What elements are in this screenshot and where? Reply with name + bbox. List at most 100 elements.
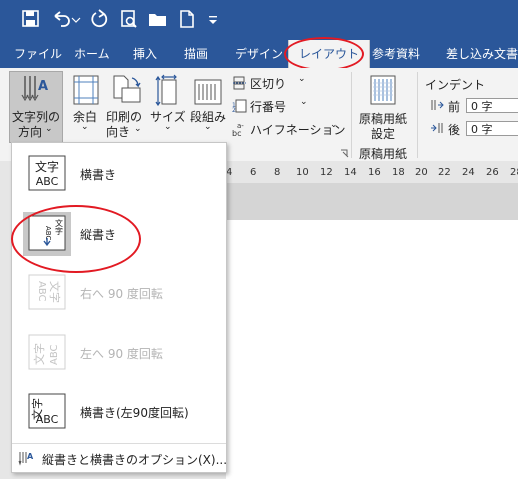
chevron-down-icon: ⌄	[164, 122, 172, 132]
columns-icon	[194, 79, 222, 105]
menu-item-label: 縦書き	[80, 228, 117, 242]
ruler-tick: 8	[274, 167, 281, 178]
chevron-down-icon: ⌄	[298, 74, 306, 84]
text-direction-options-item[interactable]: A 縦書きと横書きのオプション(X)...	[12, 447, 228, 469]
indent-before-label: 前	[448, 100, 461, 114]
size-button[interactable]: サイズ ⌄	[150, 72, 190, 142]
text-direction-button[interactable]: A 文字列の 方向 ⌄	[9, 71, 63, 143]
tab-home[interactable]: ホーム	[74, 40, 110, 68]
size-icon	[155, 74, 177, 106]
print-preview-icon[interactable]	[118, 8, 140, 30]
hyphenation-button[interactable]: a-bc ハイフネーション ⌄	[232, 120, 346, 138]
document-top-margin	[226, 183, 518, 220]
undo-icon[interactable]	[50, 8, 72, 30]
save-icon[interactable]	[20, 8, 42, 30]
open-folder-icon[interactable]	[147, 8, 169, 30]
svg-text:ABC: ABC	[36, 281, 47, 302]
page-setup-launcher-icon[interactable]	[340, 147, 349, 158]
undo-dropdown-icon[interactable]	[70, 8, 82, 30]
indent-after-icon	[431, 123, 443, 133]
chevron-down-icon: ⌄	[300, 97, 308, 107]
ribbon-separator	[417, 72, 418, 158]
ruler-tick: 18	[392, 167, 405, 178]
svg-text:ABC: ABC	[44, 226, 52, 240]
quick-access-toolbar	[0, 0, 518, 40]
horizontal-text-icon: 文字 ABC	[23, 152, 71, 196]
indent-before-input[interactable]: 0 字	[466, 98, 518, 113]
svg-text:bc: bc	[232, 129, 241, 137]
breaks-label: 区切り	[250, 77, 287, 91]
menu-item-horizontal[interactable]: 文字 ABC 横書き	[13, 146, 225, 202]
ruler-tick: 16	[368, 167, 381, 178]
hyphenation-icon: a-bc	[232, 122, 244, 137]
svg-text:文字: 文字	[35, 159, 59, 174]
text-direction-menu: 文字 ABC 横書き 文 字 ABC 縦書き 文字 ABC 右へ 90 度回転 …	[11, 142, 227, 473]
breaks-button[interactable]: 区切り ⌄	[232, 74, 322, 92]
margins-icon	[73, 75, 99, 105]
ruler-tick: 20	[415, 167, 428, 178]
tab-draw[interactable]: 描画	[184, 40, 208, 68]
tab-insert[interactable]: 挿入	[133, 40, 157, 68]
menu-item-label: 横書き(左90度回転)	[80, 406, 189, 420]
genko-settings-button[interactable]: 原稿用紙 設定	[355, 72, 411, 142]
ruler-tick: 22	[438, 167, 451, 178]
menu-item-rotate-right[interactable]: 文字 ABC 右へ 90 度回転	[13, 265, 225, 321]
menu-item-vertical[interactable]: 文 字 ABC 縦書き	[13, 206, 225, 262]
ruler-tick: 24	[462, 167, 475, 178]
text-direction-label-2: 方向	[18, 125, 43, 139]
left-gutter	[0, 161, 11, 479]
tab-file[interactable]: ファイル	[14, 40, 62, 68]
line-numbers-icon: 12	[232, 99, 247, 113]
tab-mailings[interactable]: 差し込み文書	[446, 40, 518, 68]
text-direction-icon: A	[21, 76, 48, 102]
tab-layout[interactable]: レイアウト	[288, 40, 371, 68]
text-direction-options-icon: A	[18, 452, 34, 466]
svg-text:文字: 文字	[48, 281, 62, 303]
rotate-right-90-icon: 文字 ABC	[23, 271, 71, 315]
margins-button[interactable]: 余白 ⌄	[64, 72, 108, 142]
indent-before-icon	[431, 100, 444, 110]
ruler-tick: 26	[486, 167, 499, 178]
orientation-label-2: 向き	[106, 125, 131, 139]
chevron-down-icon: ⌄	[204, 122, 212, 132]
ruler-tick: 6	[250, 167, 257, 178]
options-label: 縦書きと横書きのオプション(X)...	[42, 453, 228, 467]
svg-text:A: A	[27, 452, 34, 461]
genko-label-2: 設定	[371, 127, 396, 141]
svg-text:字: 字	[55, 226, 63, 236]
chevron-down-icon: ⌄	[134, 124, 142, 134]
orientation-button[interactable]: 印刷の 向き ⌄	[104, 72, 152, 142]
customize-qat-icon[interactable]	[206, 8, 220, 30]
indent-after-label: 後	[448, 123, 461, 137]
menu-item-label: 横書き	[80, 168, 117, 182]
horizontal-rotated-left-icon: 文字 ABC	[23, 390, 71, 434]
indent-after-input[interactable]: 0 字	[466, 121, 518, 136]
svg-text:ABC: ABC	[49, 344, 60, 365]
svg-text:ABC: ABC	[36, 175, 59, 188]
new-document-icon[interactable]	[176, 8, 198, 30]
svg-text:2: 2	[232, 107, 236, 113]
ruler-tick: 28	[510, 167, 518, 178]
manuscript-paper-icon	[370, 75, 396, 105]
line-numbers-button[interactable]: 12 行番号 ⌄	[232, 97, 322, 115]
menu-divider	[12, 443, 226, 444]
chevron-down-icon: ⌄	[330, 120, 338, 130]
menu-item-horizontal-rotated[interactable]: 文字 ABC 横書き(左90度回転)	[13, 384, 225, 440]
ribbon-separator	[351, 72, 352, 158]
menu-item-label: 左へ 90 度回転	[80, 347, 163, 361]
tab-design[interactable]: デザイン	[235, 40, 283, 68]
breaks-icon	[233, 76, 246, 90]
genko-group-label: 原稿用紙	[359, 147, 408, 161]
line-numbers-label: 行番号	[250, 100, 287, 114]
chevron-down-icon: ⌄	[45, 124, 53, 134]
ruler-tick: 10	[296, 167, 309, 178]
ruler-tick: 14	[344, 167, 357, 178]
document-page[interactable]	[226, 220, 518, 479]
tab-references[interactable]: 参考資料	[372, 40, 420, 68]
menu-item-rotate-left[interactable]: 文字 ABC 左へ 90 度回転	[13, 325, 225, 381]
menu-item-label: 右へ 90 度回転	[80, 287, 163, 301]
ribbon-tab-bar: ファイル ホーム 挿入 描画 デザイン レイアウト 参考資料 差し込み文書	[0, 40, 518, 68]
columns-button[interactable]: 段組み ⌄	[188, 72, 230, 142]
svg-text:ABC: ABC	[36, 413, 59, 426]
redo-icon[interactable]	[88, 8, 110, 30]
